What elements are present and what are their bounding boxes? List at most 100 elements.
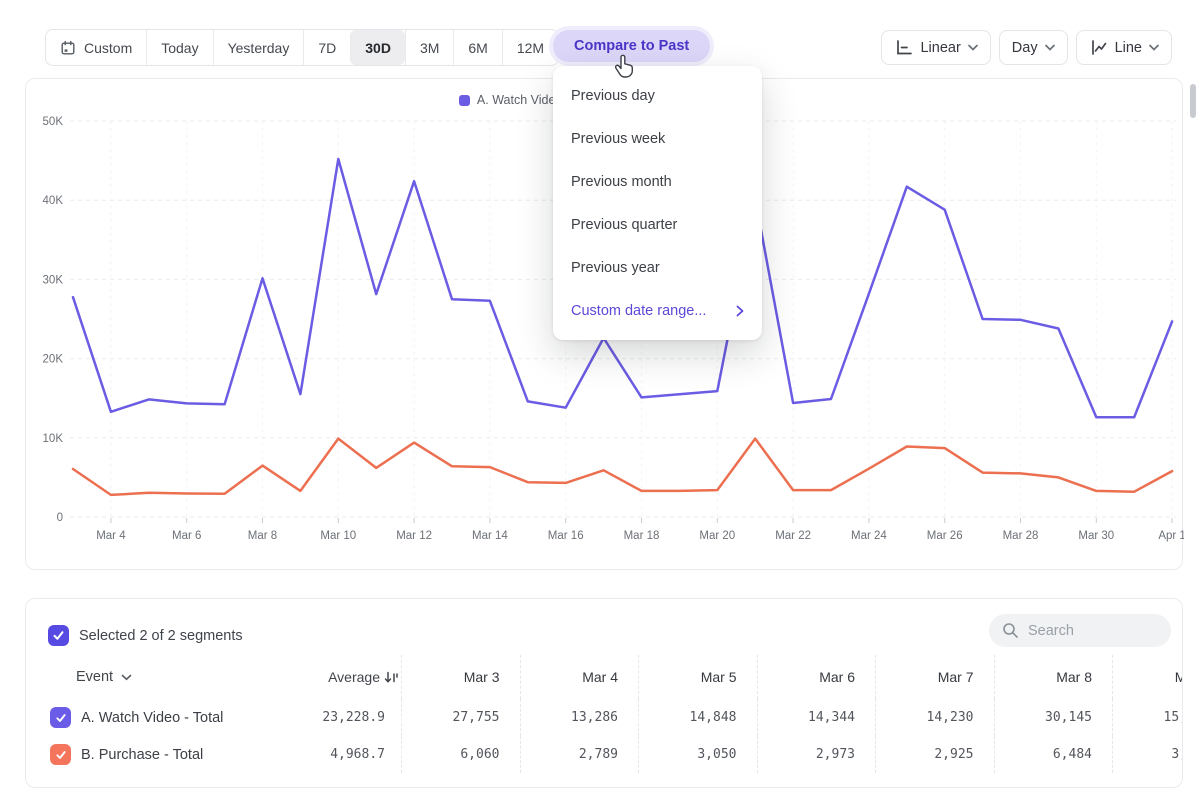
y-axis-label: 30K: [43, 274, 64, 286]
scale-label: Linear: [920, 40, 960, 56]
custom-date-range-label: Custom date range...: [571, 303, 706, 319]
event-cell: B. Purchase - Total: [46, 744, 287, 765]
value-cell: 2,925: [875, 736, 994, 773]
y-axis-label: 40K: [43, 195, 64, 207]
date-range-preset-group: Custom Today Yesterday 7D 30D 3M 6M 12M: [45, 29, 559, 66]
value-cell: 14,230: [875, 699, 994, 736]
date-column-header[interactable]: Mar 4: [520, 655, 639, 699]
compare-to-past-menu: Previous dayPrevious weekPrevious monthP…: [553, 66, 762, 340]
preset-30d[interactable]: 30D: [350, 30, 405, 65]
date-column-header[interactable]: Mar 6: [757, 655, 876, 699]
date-column-header[interactable]: Mar 9: [1112, 655, 1183, 699]
value-cell: 6,484: [994, 736, 1113, 773]
x-axis-label: Mar 8: [248, 530, 277, 542]
scale-dropdown-button[interactable]: Linear: [881, 30, 990, 65]
segment-checkbox[interactable]: [50, 744, 71, 765]
preset-label: 3M: [420, 40, 439, 56]
chart-type-label: Line: [1115, 40, 1142, 56]
y-axis-label: 20K: [43, 354, 64, 366]
preset-yesterday[interactable]: Yesterday: [213, 30, 304, 65]
x-axis-label: Mar 20: [699, 530, 735, 542]
cursor-pointer-icon: [612, 50, 638, 80]
event-header-label: Event: [76, 669, 113, 685]
average-column-header[interactable]: Average: [287, 669, 401, 685]
sort-descending-icon: [384, 670, 399, 685]
preset-today[interactable]: Today: [146, 30, 212, 65]
average-cell: 23,228.9: [287, 710, 401, 725]
value-cell: 30,145: [994, 699, 1113, 736]
menu-item-previous-quarter[interactable]: Previous quarter: [553, 203, 762, 246]
value-cell: 15,512: [1112, 699, 1183, 736]
series-line: [73, 439, 1172, 495]
preset-label: Today: [161, 40, 198, 56]
preset-label: 12M: [517, 40, 544, 56]
search-placeholder: Search: [1028, 623, 1074, 639]
search-box[interactable]: Search: [989, 614, 1171, 647]
x-axis-label: Mar 10: [320, 530, 356, 542]
segments-card: Selected 2 of 2 segments Search Event Ave…: [25, 598, 1183, 788]
table-header-row: EventAverageMar 3Mar 4Mar 5Mar 6Mar 7Mar…: [46, 655, 1183, 699]
interval-label: Day: [1012, 40, 1038, 56]
menu-item-previous-day[interactable]: Previous day: [553, 74, 762, 117]
table-row: B. Purchase - Total 4,968.76,0602,7893,05…: [46, 736, 1183, 773]
select-all-checkbox[interactable]: [48, 625, 69, 646]
average-header-label: Average: [328, 669, 380, 685]
table-row: A. Watch Video - Total23,228.927,75513,2…: [46, 699, 1183, 736]
value-cell: 2,789: [520, 736, 639, 773]
value-cell: 3,050: [638, 736, 757, 773]
segments-table: EventAverageMar 3Mar 4Mar 5Mar 6Mar 7Mar…: [46, 655, 1183, 773]
value-cell: 13,286: [520, 699, 639, 736]
search-icon: [1002, 622, 1019, 639]
x-axis-label: Mar 28: [1003, 530, 1039, 542]
average-cell: 4,968.7: [287, 747, 401, 762]
x-axis-label: Mar 16: [548, 530, 584, 542]
chevron-down-icon: [1045, 44, 1055, 51]
chevron-down-icon: [121, 674, 132, 681]
selected-summary-label: Selected 2 of 2 segments: [79, 628, 243, 644]
menu-item-previous-year[interactable]: Previous year: [553, 246, 762, 289]
value-cell: 14,344: [757, 699, 876, 736]
chart-type-dropdown-button[interactable]: Line: [1076, 30, 1172, 65]
calendar-icon: [60, 40, 76, 56]
preset-7d[interactable]: 7D: [303, 30, 350, 65]
date-column-header[interactable]: Mar 5: [638, 655, 757, 699]
y-axis-label: 50K: [43, 116, 64, 128]
preset-custom[interactable]: Custom: [46, 30, 146, 65]
value-cell: 6,060: [401, 736, 520, 773]
value-cell: 2,973: [757, 736, 876, 773]
preset-label: Yesterday: [228, 40, 290, 56]
chart-options-toolbar: Linear Day Line: [881, 30, 1172, 65]
scrollbar-thumb[interactable]: [1190, 84, 1196, 118]
x-axis-label: Mar 22: [775, 530, 811, 542]
x-axis-label: Mar 12: [396, 530, 432, 542]
preset-12m[interactable]: 12M: [502, 30, 558, 65]
linear-axis-icon: [894, 38, 913, 57]
checkmark-icon: [55, 712, 67, 724]
value-cell: 14,848: [638, 699, 757, 736]
date-column-header[interactable]: Mar 8: [994, 655, 1113, 699]
date-column-header[interactable]: Mar 7: [875, 655, 994, 699]
line-chart-icon: [1089, 38, 1108, 57]
segment-label: B. Purchase - Total: [81, 747, 203, 763]
segment-checkbox[interactable]: [50, 707, 71, 728]
event-column-header[interactable]: Event: [46, 669, 287, 685]
date-column-header[interactable]: Mar 3: [401, 655, 520, 699]
x-axis-label: Mar 30: [1078, 530, 1114, 542]
x-axis-label: Mar 6: [172, 530, 201, 542]
preset-3m[interactable]: 3M: [405, 30, 453, 65]
segment-label: A. Watch Video - Total: [81, 710, 223, 726]
x-axis-label: Mar 26: [927, 530, 963, 542]
menu-item-previous-month[interactable]: Previous month: [553, 160, 762, 203]
x-axis-label: Mar 4: [96, 530, 126, 542]
menu-item-custom-date-range[interactable]: Custom date range...: [553, 289, 762, 332]
checkmark-icon: [55, 749, 67, 761]
checkmark-icon: [52, 629, 65, 642]
chevron-right-icon: [736, 305, 744, 317]
value-cell: 3,297: [1112, 736, 1183, 773]
x-axis-label: Mar 18: [624, 530, 660, 542]
y-axis-label: 10K: [43, 433, 64, 445]
preset-label: 30D: [365, 40, 391, 56]
interval-dropdown-button[interactable]: Day: [999, 30, 1068, 65]
preset-6m[interactable]: 6M: [453, 30, 501, 65]
menu-item-previous-week[interactable]: Previous week: [553, 117, 762, 160]
